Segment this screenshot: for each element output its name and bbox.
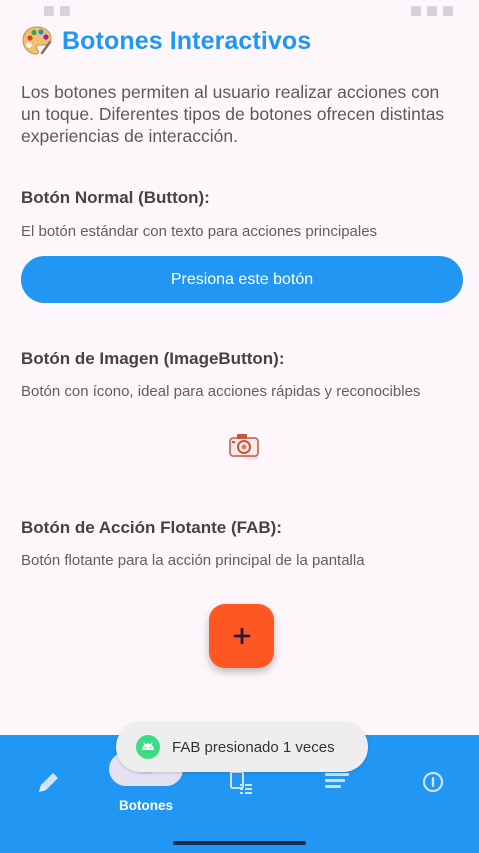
section-desc-normal: El botón estándar con texto para accione… [21, 223, 378, 240]
intro-text: Los botones permiten al usuario realizar… [21, 82, 445, 146]
status-left-icons [44, 6, 70, 16]
page-title: Botones Interactivos [62, 26, 312, 55]
page-header: Botones Interactivos [20, 24, 311, 58]
palette-icon [22, 26, 52, 55]
battery-icon [443, 6, 453, 16]
section-title-normal: Botón Normal (Button): [21, 188, 210, 207]
lines-icon [325, 773, 349, 788]
pencil-icon [39, 773, 58, 792]
nav-item-list[interactable] [323, 771, 351, 793]
notification-icon [60, 6, 70, 16]
signal-icon [427, 6, 437, 16]
plus-icon [233, 627, 250, 645]
nav-item-edit[interactable] [34, 769, 62, 797]
info-icon [422, 771, 444, 793]
list-doc-icon [230, 771, 252, 794]
section-desc-fab: Botón flotante para la acción principal … [21, 552, 365, 569]
nav-item-documents[interactable] [228, 769, 254, 797]
image-button[interactable] [224, 426, 264, 466]
section-title-image: Botón de Imagen (ImageButton): [21, 349, 285, 368]
toast-message: FAB presionado 1 veces [116, 722, 368, 772]
android-icon [136, 735, 160, 759]
fab-button[interactable] [209, 604, 274, 668]
toast-text: FAB presionado 1 veces [172, 738, 335, 756]
wifi-icon [411, 6, 421, 16]
nav-label-buttons: Botones [119, 798, 173, 813]
status-bar [0, 0, 479, 22]
press-button[interactable]: Presiona este botón [21, 256, 463, 303]
section-desc-image: Botón con ícono, ideal para acciones ráp… [21, 383, 421, 400]
section-title-fab: Botón de Acción Flotante (FAB): [21, 518, 282, 537]
home-indicator[interactable] [173, 841, 306, 845]
notification-icon [44, 6, 54, 16]
camera-icon [229, 434, 259, 460]
status-right-icons [411, 6, 453, 16]
nav-item-info[interactable] [421, 770, 445, 794]
